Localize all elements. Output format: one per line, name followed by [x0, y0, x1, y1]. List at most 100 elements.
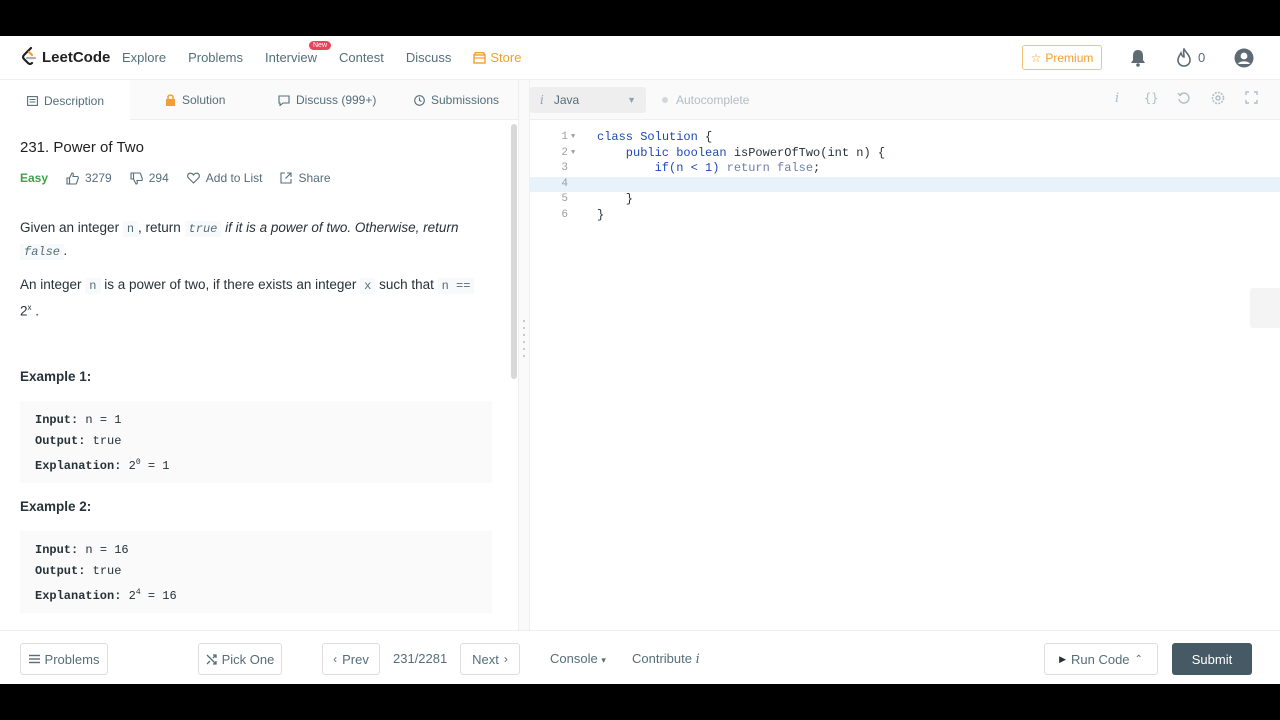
problem-tabs: Description Solution Discuss (999+) Subm… [0, 80, 520, 121]
language-select[interactable]: i Java ▼ [530, 87, 646, 113]
tab-submissions-label: Submissions [431, 93, 500, 107]
fullscreen-icon[interactable] [1245, 91, 1258, 107]
chevron-up-icon: ⌃ [1134, 653, 1143, 665]
value: true [92, 564, 122, 578]
line-number: 2 [561, 146, 568, 159]
value: n = 16 [85, 543, 129, 557]
keyword: if(n < 1) [597, 161, 727, 175]
reset-icon[interactable] [1177, 91, 1191, 108]
logo[interactable]: LeetCode [20, 47, 110, 67]
dislike-button[interactable]: 294 [130, 171, 169, 185]
language-value: Java [553, 93, 580, 107]
info-icon: i [695, 652, 700, 667]
example-2-title: Example 2: [20, 499, 92, 514]
pane-resize-handle[interactable] [518, 80, 530, 630]
nav-explore[interactable]: Explore [122, 50, 166, 65]
bottom-bar: Problems Pick One ‹ Prev 231/2281 Next ›… [0, 630, 1280, 684]
contribute-button[interactable]: Contribute i [632, 651, 700, 667]
nav-contest[interactable]: Contest [339, 50, 384, 65]
text: Given an integer [20, 220, 123, 235]
side-panel-tab[interactable] [1250, 288, 1280, 328]
label: Explanation: [35, 589, 122, 603]
problems-button[interactable]: Problems [20, 643, 108, 675]
nav-links: Explore Problems Interview New Contest D… [122, 41, 543, 65]
prev-button[interactable]: ‹ Prev [322, 643, 380, 675]
tab-solution[interactable]: Solution [165, 80, 225, 120]
code-text: } [597, 207, 605, 222]
superscript: 4 [135, 588, 141, 597]
code-line: 5 } [530, 192, 1280, 208]
inline-code: n [122, 221, 139, 237]
clock-icon [414, 94, 425, 106]
text: , return [138, 220, 185, 235]
avatar[interactable] [1234, 48, 1254, 68]
line-number: 1 [561, 131, 568, 143]
tab-discuss[interactable]: Discuss (999+) [278, 80, 376, 120]
autocomplete-toggle[interactable]: Autocomplete [662, 93, 749, 107]
nav-discuss[interactable]: Discuss [406, 50, 452, 65]
leetcode-logo-icon [21, 47, 37, 66]
toggle-dot [662, 97, 668, 103]
submit-button[interactable]: Submit [1172, 643, 1252, 675]
line-number: 6 [561, 208, 568, 221]
app-window: LeetCode Explore Problems Interview New … [0, 36, 1280, 684]
code-token: (int n) { [820, 145, 886, 160]
inline-code: n == [437, 278, 475, 294]
braces-icon[interactable]: {} [1144, 91, 1158, 105]
value: 2 [128, 459, 136, 473]
fold-arrow-icon[interactable]: ▼ [571, 130, 575, 146]
caret-down-icon: ▾ [601, 655, 606, 665]
new-badge: New [309, 41, 332, 50]
add-to-list-button[interactable]: Add to List [186, 171, 262, 185]
autocomplete-label: Autocomplete [676, 93, 750, 107]
streak-count: 0 [1198, 50, 1206, 65]
share-button[interactable]: Share [280, 171, 331, 185]
streak-counter[interactable]: 0 [1176, 48, 1205, 67]
tab-submissions[interactable]: Submissions [414, 80, 499, 120]
heart-icon [186, 172, 200, 184]
fold-arrow-icon[interactable]: ▼ [571, 146, 575, 162]
code-token: ; [813, 161, 821, 175]
value: 2 [128, 589, 136, 603]
tab-discuss-label: Discuss (999+) [296, 93, 377, 107]
star-icon: ☆ [1030, 50, 1042, 65]
info-icon[interactable]: i [1115, 91, 1119, 106]
nav-store[interactable]: Store [473, 50, 521, 65]
description-scrollbar[interactable] [511, 124, 517, 379]
notification-bell-icon[interactable] [1130, 49, 1146, 72]
run-code-label: Run Code [1070, 651, 1130, 667]
text: is a power of two, if there exists an in… [100, 277, 361, 292]
thumbs-up-icon [66, 171, 79, 185]
description-paragraph-1: Given an integer n, return true if it is… [20, 217, 500, 263]
value: n = 1 [85, 413, 122, 427]
value: = 1 [147, 459, 170, 473]
nav-interview[interactable]: Interview New [265, 41, 332, 65]
settings-gear-icon[interactable] [1211, 91, 1225, 108]
example-2-output: Output: true [35, 561, 477, 582]
pick-one-button[interactable]: Pick One [198, 643, 282, 675]
list-icon [28, 654, 40, 664]
prev-label: Prev [342, 651, 369, 667]
code-text: class Solution { [597, 130, 712, 146]
tab-description[interactable]: Description [0, 80, 130, 121]
problem-title: 231. Power of Two [20, 139, 144, 156]
text: if it is a power of two. Otherwise, retu… [221, 220, 459, 235]
run-code-button[interactable]: ▶ Run Code ⌃ [1044, 643, 1158, 675]
premium-button[interactable]: ☆ Premium [1022, 45, 1102, 70]
next-button[interactable]: Next › [460, 643, 520, 675]
console-button[interactable]: Console ▾ [550, 651, 606, 666]
value: = 16 [147, 589, 177, 603]
editor-toolbar: i Java ▼ Autocomplete i {} [530, 80, 1280, 120]
like-button[interactable]: 3279 [66, 171, 112, 185]
code-text: if(n < 1) return false; [597, 161, 821, 177]
superscript: 0 [135, 458, 141, 467]
code-editor[interactable]: 1 ▼ class Solution { 2 ▼ public boolean is… [530, 120, 1280, 630]
inline-code: n [85, 278, 101, 294]
nav-problems[interactable]: Problems [188, 50, 243, 65]
chevron-down-icon: ▼ [627, 95, 636, 105]
text: such that [375, 277, 438, 292]
next-label: Next [472, 651, 499, 667]
letterbox-top [0, 0, 1280, 36]
code-text: public boolean isPowerOfTwo(int n) { [597, 146, 885, 162]
label: Input: [35, 413, 79, 427]
